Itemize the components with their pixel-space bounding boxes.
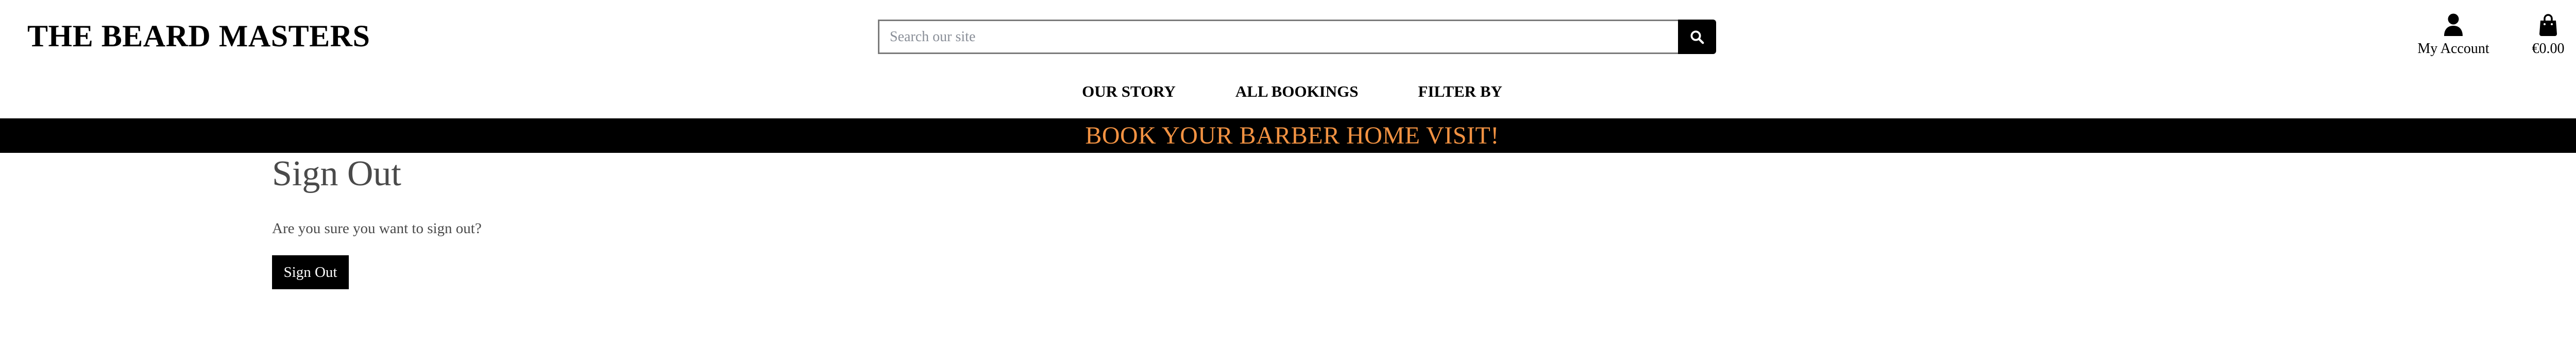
user-icon [2444, 12, 2463, 36]
search-button[interactable] [1678, 20, 1716, 54]
signout-button[interactable]: Sign Out [272, 255, 349, 289]
my-account-label: My Account [2417, 41, 2489, 57]
nav-filter-by[interactable]: FILTER BY [1388, 81, 1532, 102]
nav-our-story[interactable]: OUR STORY [1052, 81, 1206, 102]
bag-total: €0.00 [2532, 41, 2565, 57]
main-nav: OUR STORY ALL BOOKINGS FILTER BY [0, 81, 2576, 102]
page: THE BEARD MASTERS My Account [0, 0, 2576, 351]
page-title: Sign Out [272, 154, 401, 194]
promo-banner: BOOK YOUR BARBER HOME VISIT! [0, 118, 2576, 153]
shopping-bag-icon [2539, 12, 2557, 36]
nav-all-bookings[interactable]: ALL BOOKINGS [1206, 81, 1388, 102]
search-input[interactable] [878, 20, 1678, 54]
my-account-link[interactable]: My Account [2412, 12, 2495, 57]
shopping-bag-link[interactable]: €0.00 [2528, 12, 2569, 57]
search-form [878, 20, 1716, 54]
brand-logo-link[interactable]: THE BEARD MASTERS [27, 17, 370, 55]
signout-confirm-text: Are you sure you want to sign out? [272, 220, 482, 237]
promo-banner-text: BOOK YOUR BARBER HOME VISIT! [1085, 122, 1499, 149]
search-icon [1690, 30, 1704, 44]
